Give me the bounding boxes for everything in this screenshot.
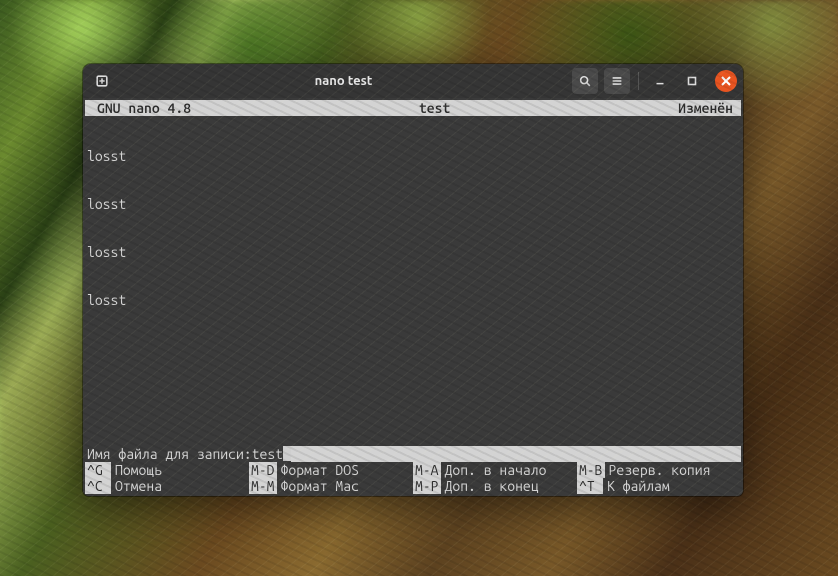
close-icon [721,76,731,86]
shortcut-key: ^C [85,478,111,494]
shortcut-prepend[interactable]: M-AДоп. в начало [413,462,577,478]
titlebar: nano test [83,64,743,98]
shortcut-cancel[interactable]: ^CОтмена [85,478,249,494]
shortcut-key: ^G [85,462,111,478]
titlebar-separator [638,72,639,90]
terminal-window: nano test GNU nano 4.8 test [83,64,743,496]
minimize-button[interactable] [647,68,673,94]
shortcut-label: Резерв. копия [605,462,711,478]
shortcut-key: M-D [249,462,277,478]
editor-line: losst [87,196,739,212]
prompt-value: test [252,446,283,462]
editor-line: losst [87,148,739,164]
filename-prompt[interactable]: Имя файла для записи: test [85,446,741,462]
shortcut-label: Доп. в конец [441,478,539,494]
nano-app-name: GNU nano 4.8 [87,100,191,116]
maximize-button[interactable] [679,68,705,94]
shortcut-mac-format[interactable]: M-MФормат Mac [249,478,413,494]
editor-line: losst [87,292,739,308]
search-icon [578,74,592,88]
shortcut-help[interactable]: ^GПомощь [85,462,249,478]
prompt-fill [291,446,741,462]
search-button[interactable] [572,68,598,94]
close-button[interactable] [715,70,737,92]
editor-line: losst [87,244,739,260]
nano-status: Изменён [678,100,739,116]
shortcut-row: ^CОтмена M-MФормат Mac M-PДоп. в конец ^… [85,478,741,494]
window-title: nano test [119,74,568,88]
shortcut-label: К файлам [603,478,670,494]
hamburger-icon [610,74,624,88]
shortcut-key: M-B [577,462,605,478]
shortcut-key: M-A [413,462,441,478]
shortcut-dos-format[interactable]: M-DФормат DOS [249,462,413,478]
new-tab-icon [95,74,109,88]
shortcut-row: ^GПомощь M-DФормат DOS M-AДоп. в начало … [85,462,741,478]
nano-editor: GNU nano 4.8 test Изменён losst losst lo… [85,100,741,494]
new-tab-button[interactable] [89,68,115,94]
shortcut-label: Формат Mac [277,478,359,494]
shortcut-key: ^T [577,478,603,494]
shortcut-backup[interactable]: M-BРезерв. копия [577,462,741,478]
shortcut-label: Отмена [111,478,162,494]
prompt-label: Имя файла для записи: [85,446,252,462]
nano-header: GNU nano 4.8 test Изменён [85,100,741,116]
nano-filename: test [191,100,678,116]
shortcut-label: Помощь [111,462,162,478]
shortcut-to-files[interactable]: ^TК файлам [577,478,741,494]
shortcut-label: Доп. в начало [441,462,547,478]
minimize-icon [653,74,667,88]
shortcut-append[interactable]: M-PДоп. в конец [413,478,577,494]
editor-body[interactable]: losst losst losst losst [85,116,741,446]
hamburger-menu-button[interactable] [604,68,630,94]
terminal-area[interactable]: GNU nano 4.8 test Изменён losst losst lo… [83,98,743,496]
text-cursor [283,446,291,461]
shortcut-key: M-M [249,478,277,494]
shortcut-key: M-P [413,478,441,494]
shortcut-label: Формат DOS [277,462,359,478]
maximize-icon [685,74,699,88]
shortcut-bar: ^GПомощь M-DФормат DOS M-AДоп. в начало … [85,462,741,494]
